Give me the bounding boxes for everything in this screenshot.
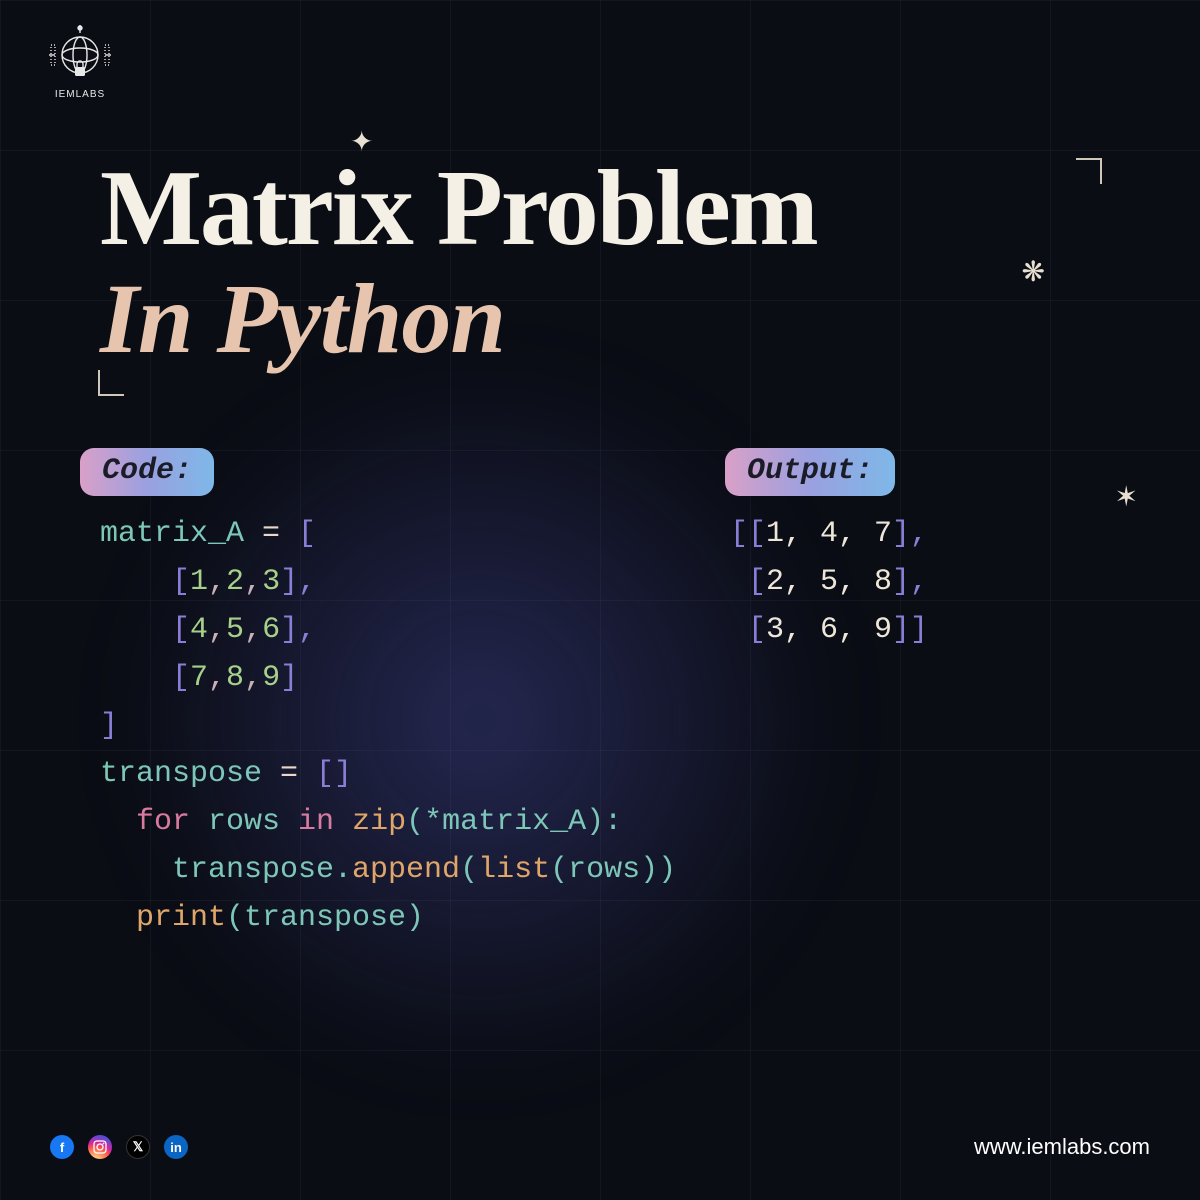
twitter-icon[interactable]: 𝕏: [126, 1135, 150, 1159]
brand-logo: IEMLABS: [40, 25, 120, 100]
website-url[interactable]: www.iemlabs.com: [974, 1134, 1150, 1160]
title-line1: Matrix Problem: [100, 155, 1120, 263]
linkedin-icon[interactable]: in: [164, 1135, 188, 1159]
code-block: matrix_A = [ [1,2,3], [4,5,6], [7,8,9] ]…: [100, 510, 676, 942]
footer: f 𝕏 in www.iemlabs.com: [0, 1134, 1200, 1160]
social-icons: f 𝕏 in: [50, 1135, 188, 1159]
sparkle-icon: ✶: [1115, 480, 1138, 514]
facebook-icon[interactable]: f: [50, 1135, 74, 1159]
output-block: [[1, 4, 7], [2, 5, 8], [3, 6, 9]]: [730, 510, 928, 654]
instagram-icon[interactable]: [88, 1135, 112, 1159]
brand-name: IEMLABS: [40, 89, 120, 100]
title-line2: In Python: [100, 269, 1120, 369]
code-label: Code:: [80, 448, 214, 496]
output-label: Output:: [725, 448, 895, 496]
globe-lock-icon: [49, 25, 111, 85]
title-block: Matrix Problem In Python: [100, 155, 1120, 369]
